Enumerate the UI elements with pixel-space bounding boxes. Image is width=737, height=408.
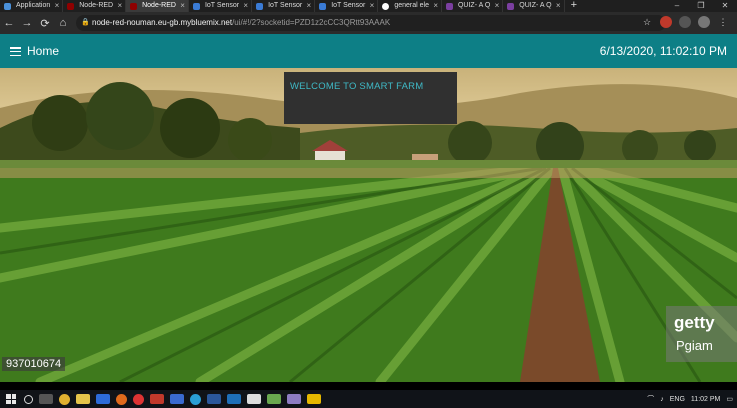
forms-icon	[445, 3, 453, 10]
network-icon[interactable]: ⌒	[647, 394, 654, 404]
watermark: getty Pgiam	[666, 306, 737, 362]
close-window-icon[interactable]: ✕	[713, 0, 737, 12]
address-bar[interactable]: 🔒 node-red-nouman.eu-gb.mybluemix.net/ui…	[76, 15, 666, 31]
ibm-cloud-icon	[192, 3, 200, 10]
volume-icon[interactable]: ♪	[660, 396, 664, 403]
browser-tab[interactable]: QUIZ- A Q ×	[503, 0, 565, 12]
browser-tab[interactable]: QUIZ- A Q ×	[442, 0, 504, 12]
firefox-icon[interactable]	[116, 393, 127, 405]
ibm-cloud-icon	[319, 3, 327, 10]
home-icon[interactable]: ⌂	[54, 17, 72, 29]
browser-tab[interactable]: Node-RED ×	[63, 0, 127, 12]
app-icon[interactable]	[133, 393, 144, 405]
app-icon[interactable]	[287, 394, 301, 404]
browser-tab-strip: Application × Node-RED × Node-RED × IoT Sen…	[0, 0, 737, 12]
browser-tab-active[interactable]: Node-RED ×	[126, 0, 189, 12]
photos-icon[interactable]	[247, 394, 261, 404]
mail-icon[interactable]	[227, 394, 241, 404]
language-indicator[interactable]: ENG	[670, 396, 685, 403]
close-tab-icon[interactable]: ×	[55, 0, 60, 12]
close-tab-icon[interactable]: ×	[433, 0, 438, 12]
windows-start-icon[interactable]	[6, 394, 16, 404]
close-tab-icon[interactable]: ×	[495, 0, 500, 12]
minimize-icon[interactable]: –	[665, 0, 689, 12]
close-tab-icon[interactable]: ×	[556, 0, 561, 12]
page-title: Home	[27, 44, 60, 58]
pdf-icon[interactable]	[150, 394, 164, 404]
welcome-card: WELCOME TO SMART FARM	[284, 72, 457, 124]
stock-image-id: 937010674	[2, 357, 66, 371]
browser-tab[interactable]: IoT Sensor ×	[252, 0, 316, 12]
task-view-icon[interactable]	[39, 394, 53, 404]
header-datetime: 6/13/2020, 11:02:10 PM	[599, 44, 727, 58]
close-tab-icon[interactable]: ×	[307, 0, 312, 12]
maximize-icon[interactable]: ❐	[689, 0, 713, 12]
system-tray: ⌒ ♪ ENG 11:02 PM ▭	[647, 390, 733, 408]
word-icon[interactable]	[207, 394, 221, 404]
reload-icon[interactable]: ⟳	[36, 17, 54, 30]
forward-icon[interactable]: →	[18, 17, 36, 29]
notifications-icon[interactable]: ▭	[726, 395, 733, 403]
node-red-icon	[130, 3, 138, 10]
browser-tab[interactable]: Application ×	[0, 0, 64, 12]
app-icon[interactable]	[267, 394, 281, 404]
close-tab-icon[interactable]: ×	[243, 0, 248, 12]
close-tab-icon[interactable]: ×	[370, 0, 375, 12]
profile-avatar-icon[interactable]	[698, 16, 710, 28]
menu-dots-icon[interactable]: ⋮	[717, 16, 729, 28]
back-icon[interactable]: ←	[0, 17, 18, 29]
browser-toolbar: ← → ⟳ ⌂ 🔒 node-red-nouman.eu-gb.mybluemi…	[0, 12, 737, 34]
store-icon[interactable]	[96, 394, 110, 404]
node-red-icon	[67, 3, 75, 10]
chrome-icon[interactable]	[59, 393, 70, 405]
extension-icon[interactable]	[660, 16, 672, 28]
browser-tab[interactable]: IoT Sensor ×	[189, 0, 253, 12]
apps-icon	[4, 3, 11, 10]
browser-tab[interactable]: general ele ×	[378, 0, 442, 12]
hamburger-menu-icon[interactable]	[10, 47, 21, 57]
dashboard-header: Home 6/13/2020, 11:02:10 PM	[0, 34, 737, 68]
app-icon[interactable]	[170, 394, 184, 404]
app-icon[interactable]	[307, 394, 321, 404]
bookmark-star-icon[interactable]: ☆	[641, 16, 653, 28]
welcome-text: WELCOME TO SMART FARM	[290, 81, 424, 92]
lock-icon: 🔒	[81, 19, 90, 26]
window-controls: – ❐ ✕	[665, 0, 737, 12]
taskbar-clock[interactable]: 11:02 PM	[691, 396, 720, 403]
forms-icon	[507, 3, 515, 10]
telegram-icon[interactable]	[190, 393, 201, 405]
file-explorer-icon[interactable]	[76, 394, 90, 404]
new-tab-button[interactable]: +	[565, 0, 583, 12]
browser-tab[interactable]: IoT Sensor ×	[315, 0, 379, 12]
ibm-cloud-icon	[256, 3, 264, 10]
close-tab-icon[interactable]: ×	[180, 0, 185, 12]
search-icon[interactable]	[24, 394, 33, 404]
close-tab-icon[interactable]: ×	[117, 0, 122, 12]
crop-rows	[0, 168, 737, 382]
google-icon	[382, 3, 390, 10]
windows-taskbar: ⌒ ♪ ENG 11:02 PM ▭	[0, 390, 737, 408]
extension-icon[interactable]	[679, 16, 691, 28]
